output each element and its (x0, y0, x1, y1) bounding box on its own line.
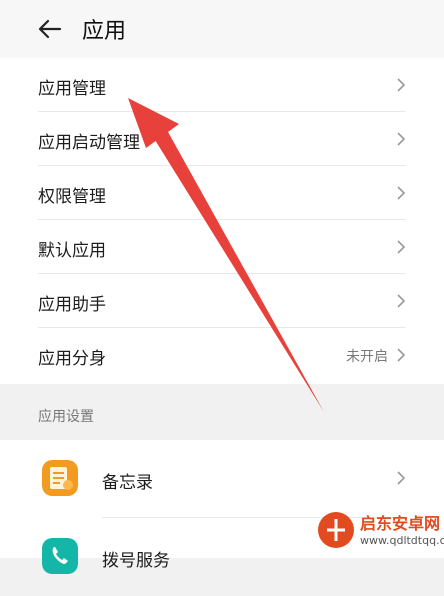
status-value: 未开启 (346, 349, 388, 365)
chevron-right-icon (397, 186, 406, 200)
chevron-right-icon (397, 132, 406, 146)
menu-item-label: 应用启动管理 (38, 133, 140, 153)
watermark-title: 启东安卓网 (360, 514, 441, 533)
section-label: 应用设置 (38, 409, 94, 425)
menu-item-label: 应用管理 (38, 79, 106, 99)
menu-item-default-apps[interactable]: 默认应用 (0, 220, 444, 274)
arrow-left-icon[interactable] (36, 15, 64, 43)
app-menu-card: 应用管理 应用启动管理 权限管理 默认应用 应用助手 应用分身 未开启 (0, 58, 444, 384)
app-header: 应用 (0, 0, 444, 58)
menu-item-label: 默认应用 (38, 241, 106, 261)
menu-item-app-management[interactable]: 应用管理 (0, 58, 444, 112)
chevron-right-icon (397, 471, 406, 485)
menu-item-startup-management[interactable]: 应用启动管理 (0, 112, 444, 166)
menu-item-app-twin[interactable]: 应用分身 未开启 (0, 328, 444, 382)
menu-item-label: 应用分身 (38, 349, 106, 369)
chevron-right-icon (397, 294, 406, 308)
watermark-url: www.qdltdtqq.com (360, 534, 444, 547)
menu-item-label: 应用助手 (38, 295, 106, 315)
dialer-app-icon (42, 538, 78, 574)
watermark-logo-icon (318, 512, 354, 548)
app-item-label: 拨号服务 (102, 551, 170, 571)
chevron-right-icon (397, 78, 406, 92)
memo-app-icon (42, 460, 78, 496)
menu-item-permission-management[interactable]: 权限管理 (0, 166, 444, 220)
app-item-label: 备忘录 (102, 473, 153, 493)
watermark: 启东安卓网 www.qdltdtqq.com (316, 506, 444, 554)
chevron-right-icon (397, 240, 406, 254)
menu-item-label: 权限管理 (38, 187, 106, 207)
menu-item-app-assistant[interactable]: 应用助手 (0, 274, 444, 328)
page-title: 应用 (82, 19, 127, 44)
chevron-right-icon (397, 348, 406, 362)
